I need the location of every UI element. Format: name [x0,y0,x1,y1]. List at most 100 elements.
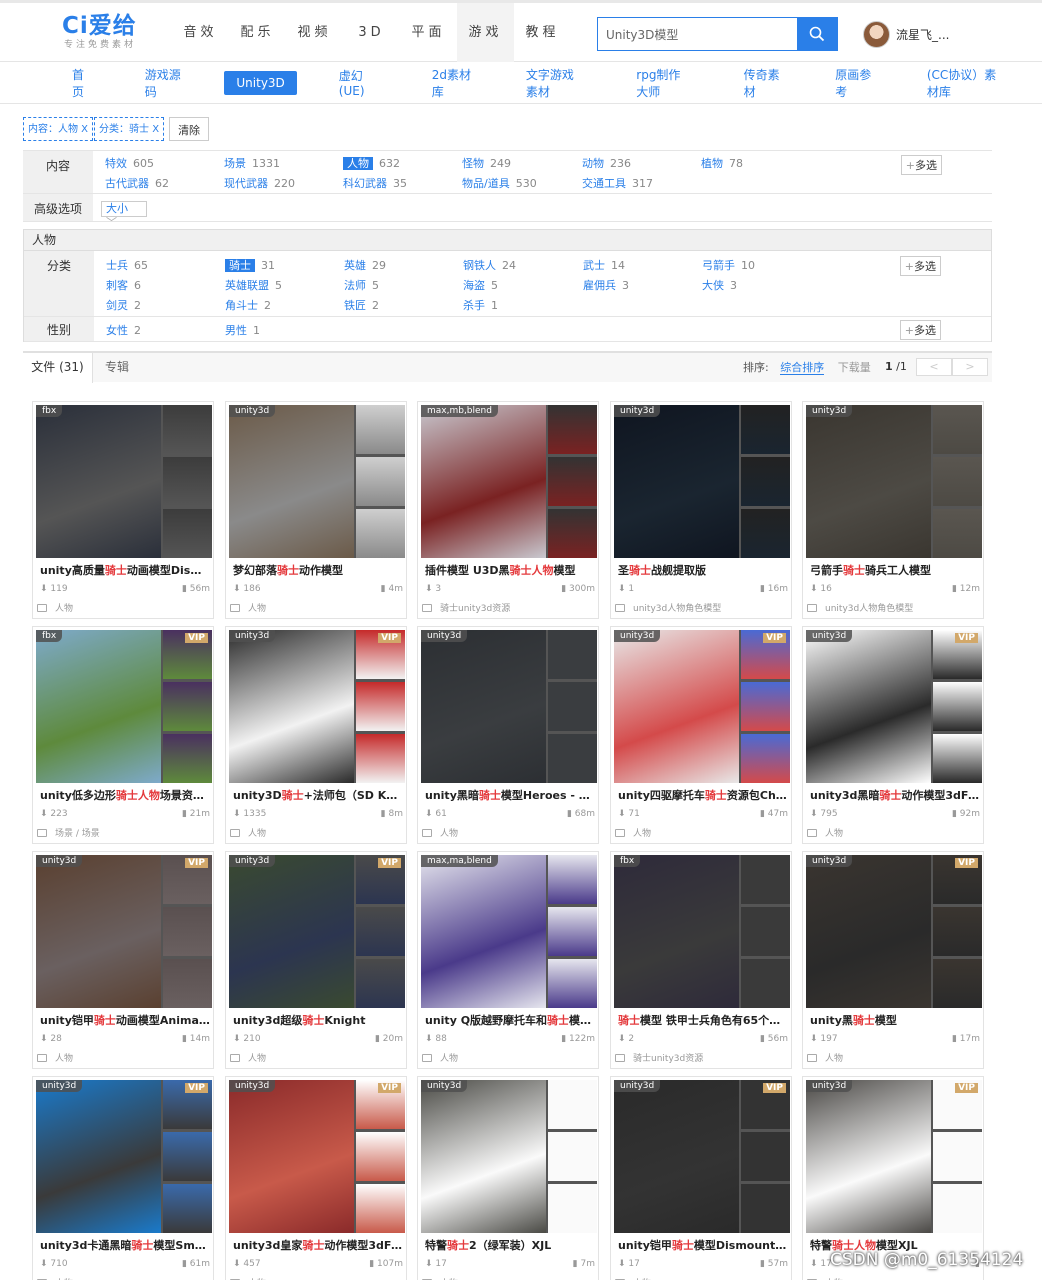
card-thumbnail[interactable]: unity3d VIP [229,1080,405,1233]
sub-nav-item[interactable]: (CC协议）素材库 [915,61,1012,105]
card-thumbnail[interactable]: unity3d VIP [806,1080,982,1233]
resource-card[interactable]: fbx unity高质量骑士动画模型Dismo... ⬇ 119 ▮ 56m 人物 [32,401,214,619]
card-thumbnail[interactable]: fbx VIP [36,630,212,783]
top-nav-item[interactable]: 音效 [172,3,229,62]
resource-card[interactable]: unity3d VIP unity3d超级骑士Knight ⬇ 210 ▮ 20m 人物 [225,851,407,1069]
card-title[interactable]: 圣骑士战舰提取版 [618,562,788,578]
filter-option[interactable]: 英雄联盟 5 [225,277,282,293]
filter-option[interactable]: 物品/道具 530 [462,175,537,191]
card-thumbnail[interactable]: unity3d [229,405,405,558]
filter-option[interactable]: 士兵 65 [106,257,148,273]
card-category[interactable]: 人物 [422,826,458,839]
sub-nav-item[interactable]: 传奇素材 [732,61,794,105]
resource-card[interactable]: unity3d 圣骑士战舰提取版 ⬇ 1 ▮ 16m unity3d人物角色模型 [610,401,792,619]
card-title[interactable]: 弓箭手骑士骑兵工人模型 [810,562,980,578]
resource-card[interactable]: max,mb,blend 插件模型 U3D黑骑士人物模型 ⬇ 3 ▮ 300m 骑士un… [417,401,599,619]
card-category[interactable]: 人物 [37,1276,73,1280]
sort-comprehensive[interactable]: 综合排序 [780,361,825,375]
clear-filters-button[interactable]: 清除 [169,117,210,141]
next-page-button[interactable]: > [952,358,988,376]
top-nav-item[interactable]: 游戏 [457,3,514,62]
card-category[interactable]: 骑士unity3d资源 [615,1051,703,1064]
multi-select-button[interactable]: +多选 [899,256,941,276]
size-select[interactable]: 大小 ﹀ [101,201,147,229]
card-thumbnail[interactable]: unity3d [806,405,982,558]
search-input[interactable] [598,18,797,50]
card-title[interactable]: unity Q版越野摩托车和骑士模型... [425,1012,595,1028]
search-button[interactable] [797,18,837,50]
filter-chip-content[interactable]: 内容：人物 X [23,117,94,141]
card-thumbnail[interactable]: max,ma,blend [421,855,597,1008]
card-category[interactable]: 场景 / 场景 [37,826,100,839]
multi-select-button[interactable]: +多选 [899,320,941,340]
card-thumbnail[interactable]: unity3d VIP [614,1080,790,1233]
filter-option[interactable]: 现代武器 220 [224,175,295,191]
filter-option[interactable]: 剑灵 2 [106,297,141,313]
card-thumbnail[interactable]: unity3d [421,630,597,783]
resource-card[interactable]: unity3d VIP unity3D骑士+法师包（SD Knig... ⬇ 1335… [225,626,407,844]
card-thumbnail[interactable]: max,mb,blend [421,405,597,558]
card-title[interactable]: 梦幻部落骑士动作模型 [233,562,403,578]
card-thumbnail[interactable]: unity3d VIP [36,855,212,1008]
card-title[interactable]: unity黑骑士模型 [810,1012,980,1028]
card-category[interactable]: 人物 [807,826,843,839]
filter-option[interactable]: 大侠 3 [702,277,737,293]
top-nav-item[interactable]: 教程 [514,3,571,62]
card-thumbnail[interactable]: unity3d [614,405,790,558]
resource-card[interactable]: unity3d VIP unity黑骑士模型 ⬇ 197 ▮ 17m 人物 [802,851,984,1069]
card-title[interactable]: unity3D骑士+法师包（SD Knig... [233,787,403,803]
resource-card[interactable]: fbx VIP unity低多边形骑士人物场景资源... ⬇ 223 ▮ 21m 场景 /… [32,626,214,844]
user-menu[interactable]: 流星飞_... [863,21,949,48]
card-title[interactable]: 骑士模型 铁甲士兵角色有65个动画 [618,1012,788,1028]
filter-option[interactable]: 女性 2 [106,322,141,338]
card-thumbnail[interactable]: unity3d VIP [806,855,982,1008]
card-title[interactable]: unity铠甲骑士动画模型Animate... [40,1012,210,1028]
sub-nav-item[interactable]: 游戏源码 [133,61,195,105]
filter-option[interactable]: 古代武器 62 [105,175,169,191]
filter-option[interactable]: 怪物 249 [462,155,511,171]
card-thumbnail[interactable]: unity3d [421,1080,597,1233]
card-category[interactable]: 人物 [230,826,266,839]
tab-files[interactable]: 文件 (31) [23,353,93,383]
sub-nav-item[interactable]: 原画参考 [823,61,885,105]
card-title[interactable]: unity高质量骑士动画模型Dismo... [40,562,210,578]
top-nav-item[interactable]: 平面 [400,3,457,62]
filter-option[interactable]: 弓箭手 10 [702,257,755,273]
card-title[interactable]: unity低多边形骑士人物场景资源... [40,787,210,803]
card-category[interactable]: unity3d人物角色模型 [615,601,721,614]
filter-chip-category[interactable]: 分类：骑士 X [94,117,165,141]
resource-card[interactable]: max,ma,blend unity Q版越野摩托车和骑士模型... ⬇ 88 ▮ 1… [417,851,599,1069]
filter-option[interactable]: 海盗 5 [463,277,498,293]
filter-option[interactable]: 科幻武器 35 [343,175,407,191]
card-category[interactable]: 人物 [807,1051,843,1064]
card-category[interactable]: 人物 [422,1276,458,1280]
card-thumbnail[interactable]: unity3d VIP [614,630,790,783]
filter-option[interactable]: 人物 632 [343,155,400,171]
top-nav-item[interactable]: 视频 [286,3,343,62]
resource-card[interactable]: unity3d 弓箭手骑士骑兵工人模型 ⬇ 16 ▮ 12m unity3d人物角色模型 [802,401,984,619]
filter-option[interactable]: 场景 1331 [224,155,280,171]
resource-card[interactable]: unity3d VIP unity3d卡通黑暗骑士模型Smoo... ⬇ 710 ▮ 6… [32,1076,214,1280]
card-thumbnail[interactable]: fbx [36,405,212,558]
card-title[interactable]: unity黑暗骑士模型Heroes - Dar... [425,787,595,803]
site-logo[interactable]: Ci爱给 专注免费素材 [62,13,162,51]
prev-page-button[interactable]: < [916,358,952,376]
card-title[interactable]: 插件模型 U3D黑骑士人物模型 [425,562,595,578]
card-category[interactable]: unity3d人物角色模型 [807,601,913,614]
card-thumbnail[interactable]: unity3d VIP [36,1080,212,1233]
resource-card[interactable]: unity3d 梦幻部落骑士动作模型 ⬇ 186 ▮ 4m 人物 [225,401,407,619]
sub-nav-item[interactable]: rpg制作大师 [624,61,701,105]
top-nav-item[interactable]: 配乐 [229,3,286,62]
sub-nav-item[interactable]: 首页 [60,61,103,105]
resource-card[interactable]: unity3d 特警骑士2（绿军装）XJL ⬇ 17 ▮ 7m 人物 [417,1076,599,1280]
card-category[interactable]: 人物 [37,1051,73,1064]
card-title[interactable]: unity3d皇家骑士动作模型3dFoin... [233,1237,403,1253]
filter-option[interactable]: 交通工具 317 [582,175,653,191]
card-category[interactable]: 人物 [230,1276,266,1280]
resource-card[interactable]: unity3d unity黑暗骑士模型Heroes - Dar... ⬇ 61 ▮ 6… [417,626,599,844]
resource-card[interactable]: unity3d VIP unity四驱摩托车骑士资源包Chibi... ⬇ 71 ▮ 4… [610,626,792,844]
card-thumbnail[interactable]: unity3d VIP [229,855,405,1008]
sort-downloads[interactable]: 下载量 [838,361,871,374]
card-category[interactable]: 人物 [615,1276,651,1280]
avatar[interactable] [863,21,890,48]
